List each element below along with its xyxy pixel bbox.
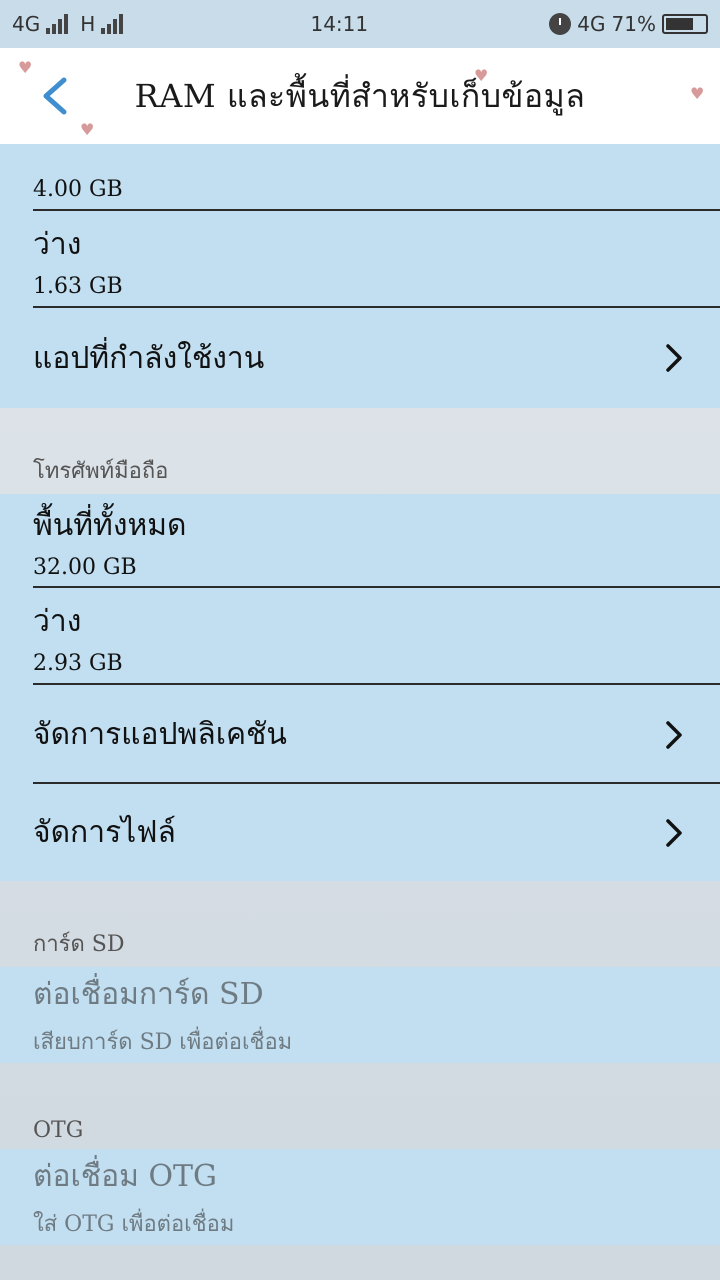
status-time: 14:11 [310, 12, 369, 36]
battery-icon [661, 14, 708, 34]
ram-free-value: 1.63 GB [33, 273, 123, 299]
manage-files-label: จัดการไฟล์ [33, 815, 176, 850]
ram-total-value: 4.00 GB [33, 177, 123, 202]
phone-free-label: ว่าง [33, 603, 82, 639]
main-content: 4.00 GB ว่าง 1.63 GB แอปที่กำลังใช้งาน โ… [0, 144, 720, 1245]
running-apps-label: แอปที่กำลังใช้งาน [33, 340, 265, 376]
back-button[interactable] [34, 76, 74, 116]
connect-otg-hint: ใส่ OTG เพื่อต่อเชื่อม [33, 1212, 235, 1237]
signal-icon [101, 14, 124, 34]
status-right: 4G 71% [549, 12, 708, 36]
otg-section-label: OTG [33, 1118, 84, 1143]
app-header: ♥ ♥ ♥ ♥ RAM และพื้นที่สำหรับเก็บข้อมูล [0, 48, 720, 144]
sd-card-card: ต่อเชื่อมการ์ด SD เสียบการ์ด SD เพื่อต่อ… [0, 967, 720, 1063]
signal-icon [46, 14, 69, 34]
manage-apps-item[interactable]: จัดการแอปพลิเคชัน [0, 685, 720, 784]
otg-card: ต่อเชื่อม OTG ใส่ OTG เพื่อต่อเชื่อม [0, 1149, 720, 1245]
connect-sd-item[interactable]: ต่อเชื่อมการ์ด SD เสียบการ์ด SD เพื่อต่อ… [0, 967, 720, 1063]
running-apps-item[interactable]: แอปที่กำลังใช้งาน [0, 308, 720, 408]
heart-decoration-icon: ♥ [474, 66, 489, 85]
manage-files-item[interactable]: จัดการไฟล์ [0, 784, 720, 881]
ram-total-row: 4.00 GB [0, 144, 720, 211]
ram-free-label: ว่าง [33, 226, 82, 262]
network-right-label: 4G [577, 12, 606, 36]
chevron-right-icon [662, 720, 686, 750]
connect-sd-label: ต่อเชื่อมการ์ด SD [33, 977, 264, 1012]
heart-decoration-icon: ♥ [80, 120, 95, 139]
connect-sd-hint: เสียบการ์ด SD เพื่อต่อเชื่อม [33, 1030, 293, 1055]
chevron-left-icon [43, 77, 67, 115]
network-4g-label: 4G [12, 12, 41, 36]
ram-card: 4.00 GB ว่าง 1.63 GB แอปที่กำลังใช้งาน [0, 144, 720, 408]
heart-decoration-icon: ♥ [18, 58, 33, 77]
phone-total-row: พื้นที่ทั้งหมด 32.00 GB [0, 494, 720, 588]
phone-total-value: 32.00 GB [33, 555, 137, 580]
status-left: 4G H [12, 12, 129, 36]
status-bar: 4G H 14:11 4G 71% [0, 0, 720, 48]
alarm-icon [549, 13, 572, 35]
heart-decoration-icon: ♥ [690, 84, 705, 103]
ram-free-row: ว่าง 1.63 GB [0, 211, 720, 308]
chevron-right-icon [662, 818, 686, 848]
phone-free-row: ว่าง 2.93 GB [0, 588, 720, 685]
phone-free-value: 2.93 GB [33, 650, 123, 676]
sd-section-label: การ์ด SD [33, 932, 125, 957]
battery-percent: 71% [611, 12, 656, 36]
phone-section-label: โทรศัพท์มือถือ [33, 459, 169, 484]
page-title: RAM และพื้นที่สำหรับเก็บข้อมูล [134, 76, 586, 115]
manage-apps-label: จัดการแอปพลิเคชัน [33, 717, 287, 752]
connect-otg-label: ต่อเชื่อม OTG [33, 1159, 218, 1194]
connect-otg-item[interactable]: ต่อเชื่อม OTG ใส่ OTG เพื่อต่อเชื่อม [0, 1149, 720, 1245]
phone-storage-card: พื้นที่ทั้งหมด 32.00 GB ว่าง 2.93 GB จัด… [0, 494, 720, 881]
chevron-right-icon [662, 343, 686, 373]
phone-total-label: พื้นที่ทั้งหมด [33, 508, 187, 543]
network-h-label: H [80, 12, 96, 36]
